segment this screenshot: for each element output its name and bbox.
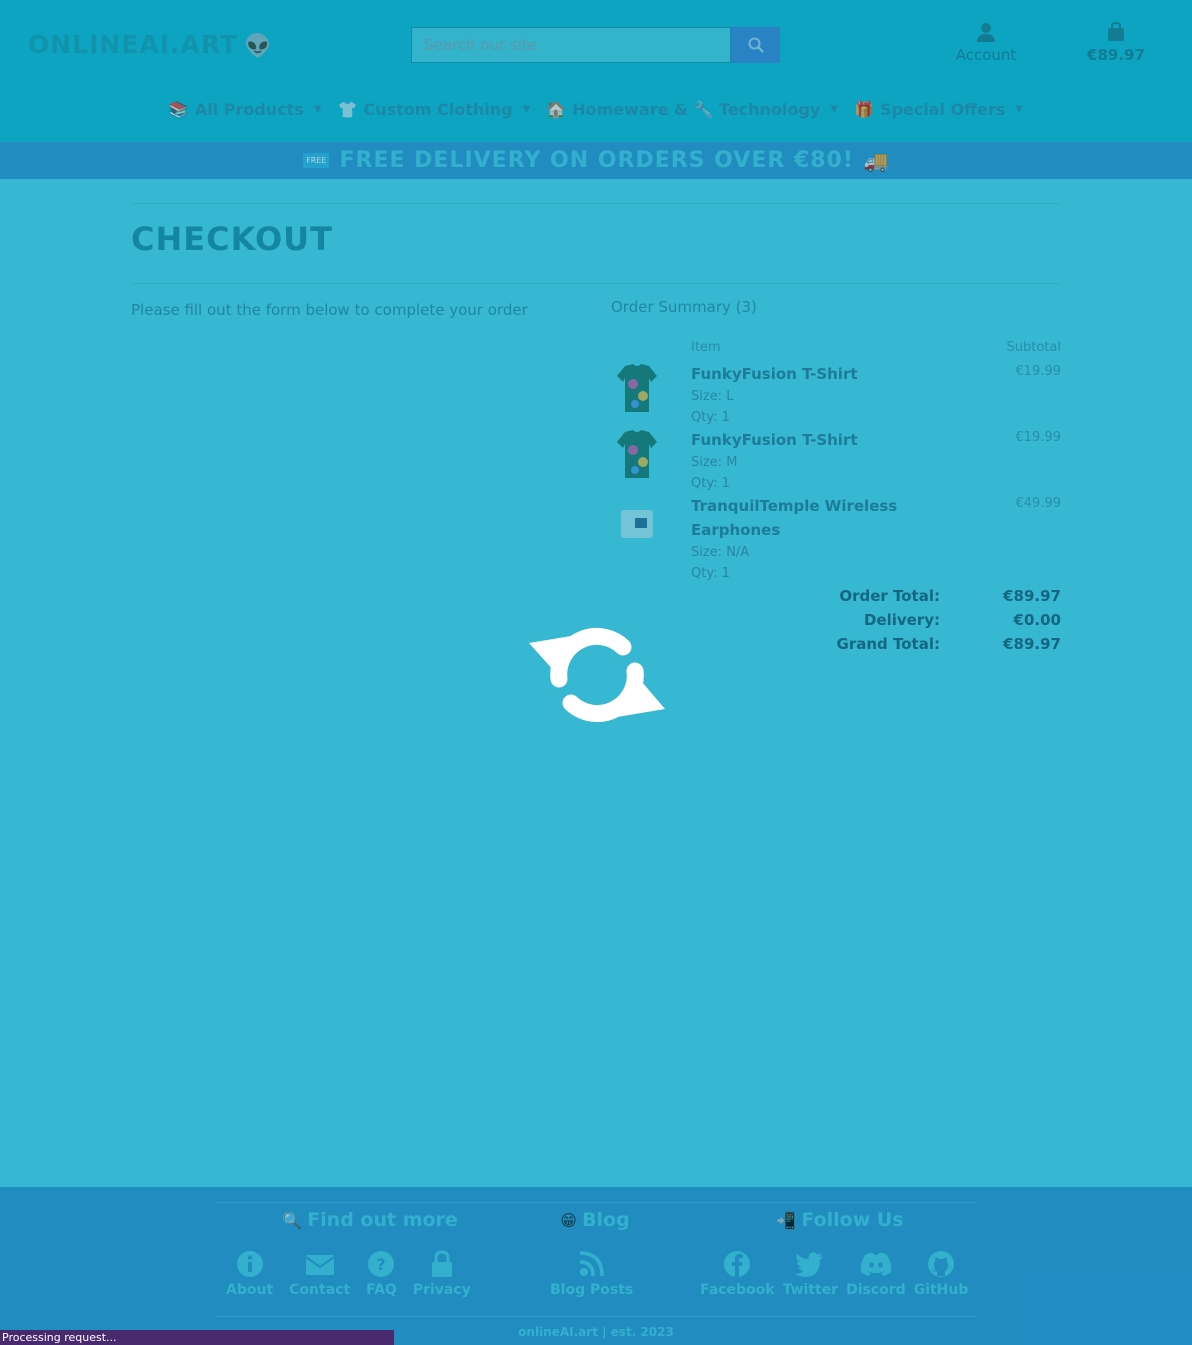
- processing-status-bar: Processing request...: [0, 1330, 394, 1345]
- refresh-spinner-icon: [529, 627, 665, 723]
